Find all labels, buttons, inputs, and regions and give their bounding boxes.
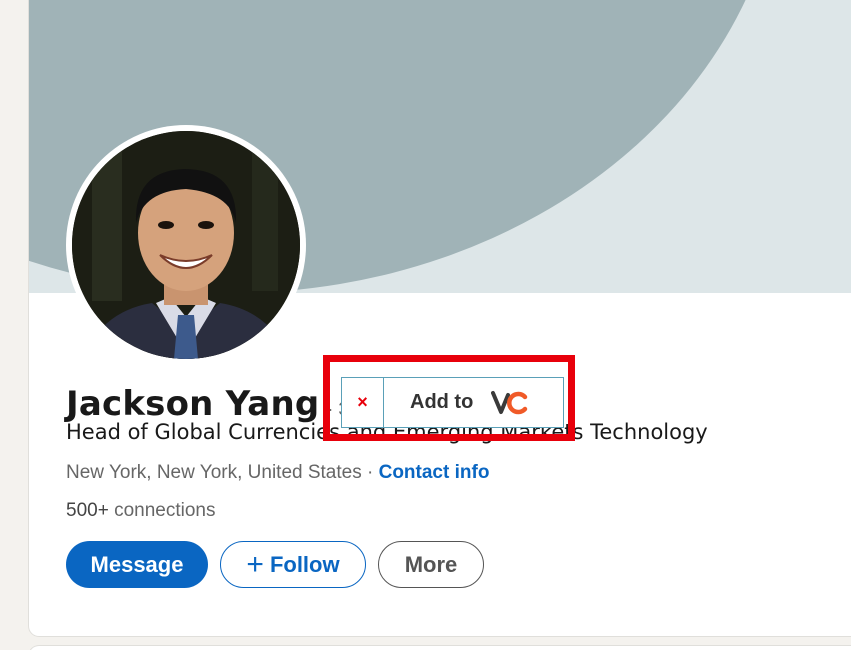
- connections-number: 500+: [66, 500, 109, 521]
- profile-card: Jackson Yang · 3rd Head of Global Curren…: [29, 0, 851, 636]
- profile-photo[interactable]: [72, 131, 300, 359]
- profile-name: Jackson Yang: [66, 384, 320, 424]
- message-button[interactable]: Message: [66, 541, 208, 588]
- plus-icon: +: [246, 547, 264, 581]
- profile-location: New York, New York, United States: [66, 462, 362, 483]
- location-row: New York, New York, United States · Cont…: [66, 462, 489, 484]
- profile-actions: Message + Follow More: [66, 541, 484, 588]
- more-button[interactable]: More: [378, 541, 484, 588]
- name-row: Jackson Yang · 3rd: [66, 384, 364, 424]
- avatar-person-icon: [72, 131, 300, 359]
- location-separator: ·: [361, 462, 379, 483]
- close-icon[interactable]: ×: [342, 378, 384, 427]
- follow-button[interactable]: + Follow: [220, 541, 366, 588]
- connections-count[interactable]: 500+ connections: [66, 500, 215, 522]
- add-to-vc-widget: × Add to: [341, 377, 564, 428]
- next-card: [29, 646, 851, 650]
- add-to-label: Add to: [410, 391, 474, 413]
- follow-label: Follow: [269, 551, 340, 577]
- contact-info-link[interactable]: Contact info: [379, 462, 490, 483]
- add-to-button[interactable]: Add to: [384, 378, 563, 427]
- vc-logo-icon: [491, 390, 529, 416]
- profile-photo-frame[interactable]: [66, 125, 306, 365]
- connections-label: connections: [108, 500, 216, 521]
